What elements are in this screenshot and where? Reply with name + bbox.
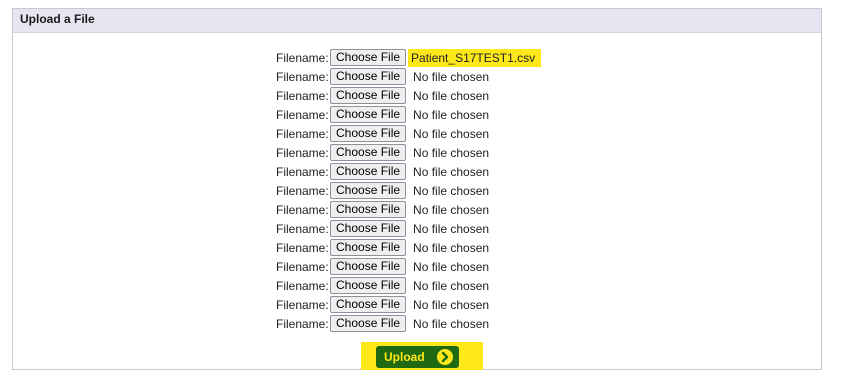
- choose-file-button[interactable]: Choose File: [330, 49, 407, 66]
- choose-file-button[interactable]: Choose File: [330, 277, 407, 294]
- filename-label: Filename:: [276, 297, 329, 312]
- file-status: No file chosen: [413, 69, 490, 84]
- filename-label: Filename:: [276, 126, 329, 141]
- file-row: Filename: Choose File No file chosen: [276, 143, 491, 162]
- filename-label: Filename:: [276, 278, 329, 293]
- file-row: Filename: Choose File No file chosen: [276, 257, 491, 276]
- choose-file-button[interactable]: Choose File: [330, 296, 407, 313]
- file-status: No file chosen: [413, 297, 490, 312]
- arrow-right-circle-icon: [437, 349, 453, 365]
- choose-file-button[interactable]: Choose File: [330, 258, 407, 275]
- file-row: Filename: Choose File Patient_S17TEST1.csv: [276, 48, 542, 67]
- file-row: Filename: Choose File No file chosen: [276, 162, 491, 181]
- file-status: No file chosen: [413, 145, 490, 160]
- choose-file-button[interactable]: Choose File: [330, 87, 407, 104]
- file-status: No file chosen: [413, 221, 490, 236]
- file-status: No file chosen: [413, 183, 490, 198]
- choose-file-button[interactable]: Choose File: [330, 106, 407, 123]
- filename-label: Filename:: [276, 145, 329, 160]
- file-row: Filename: Choose File No file chosen: [276, 238, 491, 257]
- file-row: Filename: Choose File No file chosen: [276, 219, 491, 238]
- choose-file-button[interactable]: Choose File: [330, 144, 407, 161]
- file-status: No file chosen: [413, 164, 490, 179]
- filename-label: Filename:: [276, 316, 329, 331]
- filename-label: Filename:: [276, 202, 329, 217]
- file-row: Filename: Choose File No file chosen: [276, 86, 491, 105]
- choose-file-button[interactable]: Choose File: [330, 220, 407, 237]
- file-status: No file chosen: [413, 88, 490, 103]
- file-status: No file chosen: [413, 107, 490, 122]
- filename-label: Filename:: [276, 50, 329, 65]
- file-status: No file chosen: [413, 202, 490, 217]
- file-status: No file chosen: [413, 259, 490, 274]
- choose-file-button[interactable]: Choose File: [330, 163, 407, 180]
- choose-file-button[interactable]: Choose File: [330, 239, 407, 256]
- filename-label: Filename:: [276, 183, 329, 198]
- file-status: No file chosen: [413, 126, 490, 141]
- file-row: Filename: Choose File No file chosen: [276, 314, 491, 333]
- file-row: Filename: Choose File No file chosen: [276, 276, 491, 295]
- filename-label: Filename:: [276, 259, 329, 274]
- file-row: Filename: Choose File No file chosen: [276, 67, 491, 86]
- file-row: Filename: Choose File No file chosen: [276, 105, 491, 124]
- file-row: Filename: Choose File No file chosen: [276, 124, 491, 143]
- file-status: No file chosen: [413, 240, 490, 255]
- filename-label: Filename:: [276, 88, 329, 103]
- file-status: Patient_S17TEST1.csv: [408, 48, 542, 67]
- upload-file-panel: Upload a File Filename: Choose File Patien…: [12, 8, 822, 370]
- filename-label: Filename:: [276, 221, 329, 236]
- upload-button[interactable]: Upload: [376, 346, 459, 368]
- choose-file-button[interactable]: Choose File: [330, 125, 407, 142]
- file-status: No file chosen: [413, 316, 490, 331]
- file-status: No file chosen: [413, 278, 490, 293]
- upload-button-label: Upload: [384, 350, 425, 364]
- choose-file-button[interactable]: Choose File: [330, 182, 407, 199]
- filename-label: Filename:: [276, 164, 329, 179]
- filename-label: Filename:: [276, 240, 329, 255]
- choose-file-button[interactable]: Choose File: [330, 201, 407, 218]
- choose-file-button[interactable]: Choose File: [330, 68, 407, 85]
- file-row: Filename: Choose File No file chosen: [276, 295, 491, 314]
- filename-label: Filename:: [276, 69, 329, 84]
- file-row: Filename: Choose File No file chosen: [276, 181, 491, 200]
- file-row: Filename: Choose File No file chosen: [276, 200, 491, 219]
- panel-title: Upload a File: [13, 9, 821, 33]
- choose-file-button[interactable]: Choose File: [330, 315, 407, 332]
- filename-label: Filename:: [276, 107, 329, 122]
